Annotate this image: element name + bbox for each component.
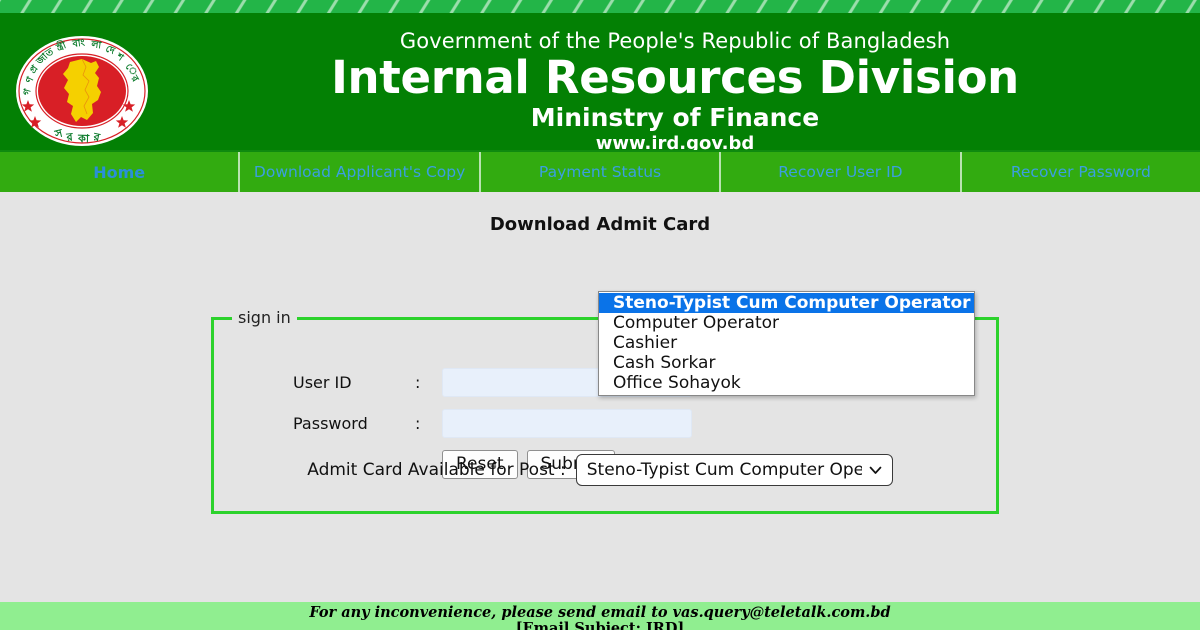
post-selector-row: Admit Card Available for Post : Steno-Ty… — [0, 454, 1200, 486]
footer-email-subject-text: [Email Subject: IRD] — [515, 620, 685, 630]
site-header: গ ণ প্র জা ত ন্ত্রী বাং লা দে শ ে র স র — [0, 13, 1200, 150]
main-content: Download Admit Card sign in User ID : Pa… — [0, 192, 1200, 602]
header-website-link[interactable]: www.ird.gov.bd — [160, 133, 1190, 150]
site-footer: For any inconvenience, please send email… — [0, 602, 1200, 630]
user-id-label: User ID — [293, 373, 352, 392]
nav-item-home[interactable]: Home — [0, 152, 241, 192]
nav-item-recover-password[interactable]: Recover Password — [962, 152, 1200, 192]
post-select-dropdown-list[interactable]: Steno-Typist Cum Computer Operator Compu… — [598, 291, 975, 396]
nav-item-recover-user-id[interactable]: Recover User ID — [721, 152, 962, 192]
user-id-colon: : — [415, 373, 421, 392]
page-root: গ ণ প্র জা ত ন্ত্রী বাং লা দে শ ে র স র — [0, 0, 1200, 630]
password-input[interactable] — [442, 409, 692, 438]
dropdown-option-steno-typist-cum-computer-operator[interactable]: Steno-Typist Cum Computer Operator — [599, 293, 974, 313]
password-colon: : — [415, 414, 421, 433]
dropdown-option-office-sohayok[interactable]: Office Sohayok — [599, 373, 974, 393]
dropdown-option-cash-sorkar[interactable]: Cash Sorkar — [599, 353, 974, 373]
header-ministry: Mininstry of Finance — [530, 103, 820, 132]
chevron-down-icon — [868, 463, 883, 478]
post-select[interactable]: Steno-Typist Cum Computer Operator — [575, 454, 893, 486]
main-navigation: Home Download Applicant's Copy Payment S… — [0, 150, 1200, 192]
password-row: Password : — [293, 409, 692, 438]
password-label: Password — [293, 414, 368, 433]
header-title-division: Internal Resources Division — [331, 51, 1019, 104]
dropdown-option-cashier[interactable]: Cashier — [599, 333, 974, 353]
post-select-label: Admit Card Available for Post : — [307, 460, 566, 480]
nav-item-payment-status[interactable]: Payment Status — [481, 152, 722, 192]
header-text-block: Government of the People's Republic of B… — [160, 13, 1190, 150]
nav-item-download-applicants-copy[interactable]: Download Applicant's Copy — [240, 152, 481, 192]
svg-text:কা: কা — [77, 132, 90, 145]
dropdown-option-computer-operator[interactable]: Computer Operator — [599, 313, 974, 333]
post-select-value: Steno-Typist Cum Computer Operator — [586, 460, 862, 480]
decorative-stripe-band — [0, 0, 1200, 13]
footer-contact-text: For any inconvenience, please send email… — [309, 604, 891, 621]
bangladesh-government-emblem-icon: গ ণ প্র জা ত ন্ত্রী বাং লা দে শ ে র স র — [13, 34, 151, 148]
sign-in-legend: sign in — [232, 308, 297, 327]
page-title: Download Admit Card — [489, 214, 711, 235]
svg-text:বাং: বাং — [71, 37, 86, 50]
